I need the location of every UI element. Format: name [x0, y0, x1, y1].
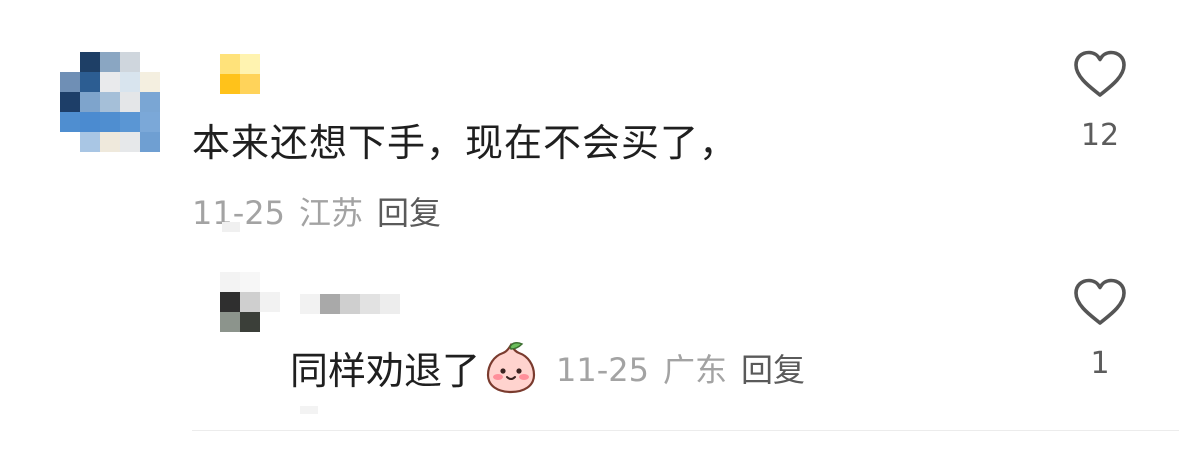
reply-row: 同样劝退了 11-25 广东 回复 — [290, 340, 819, 395]
reply-like-count: 1 — [1090, 346, 1110, 381]
replier-avatar[interactable] — [220, 272, 280, 332]
heart-outline-icon[interactable] — [1073, 278, 1127, 326]
comment-like-count: 12 — [1080, 118, 1120, 153]
reply-like-button[interactable]: 1 — [1073, 278, 1127, 381]
heart-outline-icon[interactable] — [1073, 50, 1127, 98]
reply-date: 11-25 — [556, 350, 649, 389]
commenter-avatar[interactable] — [60, 52, 160, 152]
commenter-username[interactable] — [220, 54, 260, 94]
comment-like-button[interactable]: 12 — [1073, 50, 1127, 153]
reply-text: 同样劝退了 — [290, 349, 481, 393]
divider — [192, 430, 1179, 431]
reply-button[interactable]: 回复 — [377, 194, 441, 232]
reply-reply-button[interactable]: 回复 — [741, 351, 805, 389]
comment-location: 江苏 — [298, 194, 363, 232]
comment-text: 本来还想下手，现在不会买了， — [192, 121, 739, 165]
peach-face-emoji — [486, 341, 536, 393]
reply-meta: 11-25 广东 回复 — [556, 345, 819, 391]
blur-remnant — [222, 222, 240, 232]
replier-username[interactable] — [300, 294, 400, 314]
blur-remnant — [300, 406, 318, 414]
reply-location: 广东 — [663, 350, 728, 389]
